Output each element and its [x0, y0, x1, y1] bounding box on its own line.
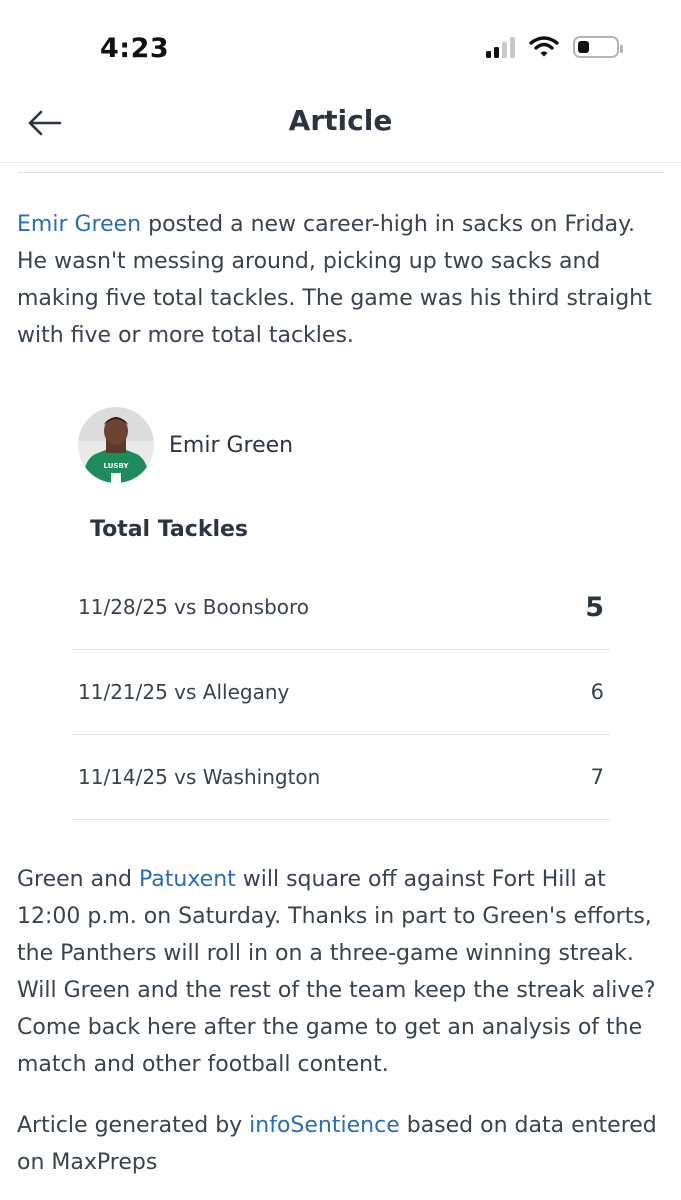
status-bar: 4:23 [0, 0, 681, 95]
player-name: Emir Green [169, 432, 294, 458]
svg-text:LUSBY: LUSBY [104, 462, 130, 470]
paragraph-lead: Green and [17, 867, 139, 892]
article-attribution: Article generated by infoSentience based… [17, 1107, 665, 1181]
nav-header: Article [0, 95, 681, 163]
stat-game-value: 5 [585, 591, 604, 623]
paragraph-text: will square off against Fort Hill at 12:… [17, 867, 656, 1077]
team-link[interactable]: Patuxent [139, 867, 236, 892]
divider [18, 172, 664, 173]
source-link[interactable]: infoSentience [249, 1113, 400, 1138]
player-avatar: LUSBY [78, 407, 154, 483]
status-icons [486, 36, 623, 58]
stat-game-label: 11/14/25 vs Washington [78, 765, 321, 789]
player-row[interactable]: LUSBY Emir Green [78, 405, 610, 485]
article-paragraph-2: Green and Patuxent will square off again… [17, 861, 665, 1083]
battery-icon [573, 36, 623, 58]
status-time: 4:23 [100, 33, 170, 64]
page-title: Article [288, 104, 393, 137]
wifi-icon [529, 36, 559, 57]
stat-row: 11/21/25 vs Allegany 6 [72, 650, 610, 735]
stat-game-label: 11/21/25 vs Allegany [78, 680, 290, 704]
stat-game-label: 11/28/25 vs Boonsboro [78, 595, 310, 619]
stat-title: Total Tackles [90, 517, 249, 542]
stat-list: 11/28/25 vs Boonsboro 5 11/21/25 vs Alle… [72, 565, 610, 820]
stats-card: LUSBY Emir Green Total Tackles 11/28/25 … [72, 405, 610, 820]
stat-game-value: 7 [590, 765, 604, 789]
player-link[interactable]: Emir Green [17, 212, 141, 237]
attribution-lead: Article generated by [17, 1113, 250, 1138]
stat-row: 11/28/25 vs Boonsboro 5 [72, 565, 610, 650]
stat-game-value: 6 [590, 680, 604, 704]
cellular-signal-icon [486, 36, 515, 58]
article-paragraph-1: Emir Green posted a new career-high in s… [17, 206, 665, 354]
stat-row: 11/14/25 vs Washington 7 [72, 735, 610, 820]
